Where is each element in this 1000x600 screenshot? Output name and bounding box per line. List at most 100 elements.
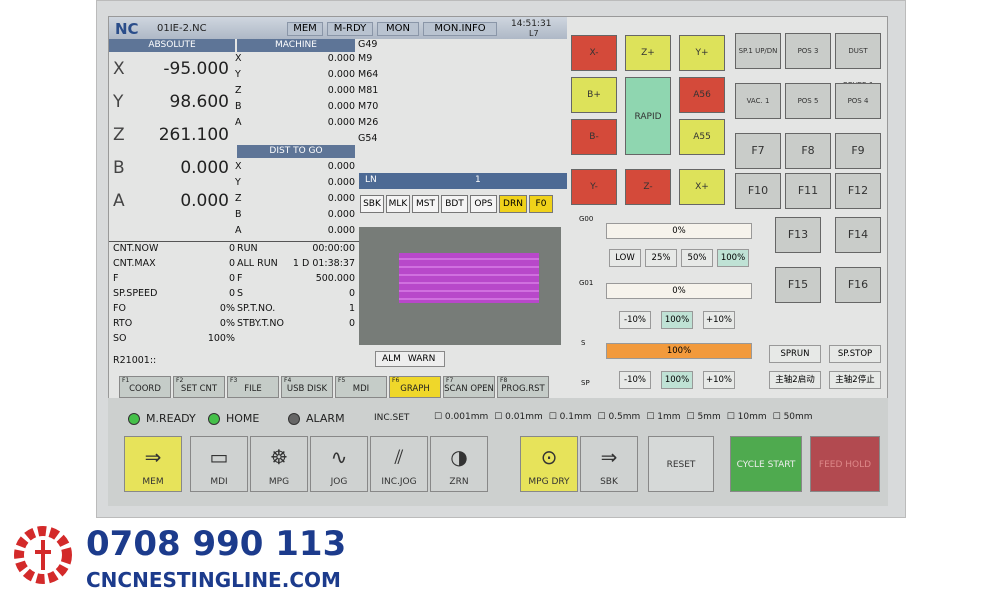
g01-100-button[interactable]: 100%	[661, 311, 693, 329]
side-key-15[interactable]: F15	[775, 267, 821, 303]
g00-low-button[interactable]: LOW	[609, 249, 641, 267]
side-key-1[interactable]: SP.1 UP/DN	[735, 33, 781, 69]
mode-button-zrn[interactable]: ◑ ZRN	[430, 436, 488, 492]
jog-y-minus[interactable]: Y-	[571, 169, 617, 205]
spindle2-start-button[interactable]: 主轴2启动	[769, 371, 821, 389]
g01-plus10-button[interactable]: +10%	[703, 311, 735, 329]
mode-icon: ☸	[270, 445, 288, 469]
fkey-5[interactable]: MDI F5	[335, 376, 387, 398]
dist-axis-label: Y	[235, 177, 241, 188]
fkey-6[interactable]: GRAPH F6	[389, 376, 441, 398]
axis-value-y: 98.600	[169, 92, 229, 112]
jog-z-minus[interactable]: Z-	[625, 169, 671, 205]
jog-a55[interactable]: A55	[679, 119, 725, 155]
ln-bar: LN 1	[359, 173, 567, 189]
side-key-7[interactable]: F7	[735, 133, 781, 169]
mode-bdt[interactable]: BDT	[441, 195, 468, 213]
fkey-3[interactable]: FILE F3	[227, 376, 279, 398]
side-key-14[interactable]: F14	[835, 217, 881, 253]
gcode-item: M26	[358, 117, 379, 128]
side-key-10[interactable]: F10	[735, 173, 781, 209]
side-key-2[interactable]: POS 3	[785, 33, 831, 69]
mode-button-inc-jog[interactable]: ⫽ INC.JOG	[370, 436, 428, 492]
website-url[interactable]: CNCNESTINGLINE.COM	[86, 568, 341, 592]
jog-z-plus[interactable]: Z+	[625, 35, 671, 71]
mode-drn[interactable]: DRN	[499, 195, 527, 213]
phone-number[interactable]: 0708 990 113	[86, 524, 346, 564]
fkey-1[interactable]: COORD F1	[119, 376, 171, 398]
inc-option-5[interactable]: ☐ 1mm	[646, 412, 680, 422]
gear-logo-icon	[14, 526, 72, 584]
home-label: HOME	[226, 412, 260, 425]
fkey-2[interactable]: SET CNT F2	[173, 376, 225, 398]
jog-y-plus[interactable]: Y+	[679, 35, 725, 71]
mode-button-mpg[interactable]: ☸ MPG	[250, 436, 308, 492]
inc-option-6[interactable]: ☐ 5mm	[687, 412, 721, 422]
mode-button-mpg-dry[interactable]: ⊙ MPG DRY	[520, 436, 578, 492]
tab-mon-info[interactable]: MON.INFO	[423, 22, 497, 36]
status-label-2: SP.T.NO.	[237, 303, 276, 314]
fkey-4[interactable]: USB DISK IN PF4	[281, 376, 333, 398]
inc-option-2[interactable]: ☐ 0.01mm	[494, 412, 543, 422]
sp-100-button[interactable]: 100%	[661, 371, 693, 389]
tab-mem[interactable]: MEM	[287, 22, 323, 36]
reset-button[interactable]: RESET	[648, 436, 714, 492]
status-label-2: ALL RUN	[237, 258, 278, 269]
toolpath-drawing	[399, 253, 539, 303]
g00-100-button[interactable]: 100%	[717, 249, 749, 267]
mode-button-label: MPG	[268, 477, 290, 487]
inc-option-8[interactable]: ☐ 50mm	[773, 412, 813, 422]
side-key-3[interactable]: DUST COVER 1	[835, 33, 881, 89]
fkey-8[interactable]: PROG.RST F8	[497, 376, 549, 398]
sp-plus10-button[interactable]: +10%	[703, 371, 735, 389]
jog-b-plus[interactable]: B+	[571, 77, 617, 113]
tab-m-rdy[interactable]: M-RDY	[327, 22, 373, 36]
sp-minus10-button[interactable]: -10%	[619, 371, 651, 389]
spindle2-stop-button[interactable]: 主轴2停止	[829, 371, 881, 389]
status-value-2: 0	[348, 318, 355, 329]
mode-f0[interactable]: F0	[529, 195, 553, 213]
dist-value: 0.000	[327, 193, 355, 204]
mode-button-mdi[interactable]: ▭ MDI	[190, 436, 248, 492]
g01-minus10-button[interactable]: -10%	[619, 311, 651, 329]
spstop-button[interactable]: SP.STOP	[829, 345, 881, 363]
side-key-11[interactable]: F11	[785, 173, 831, 209]
inc-option-1[interactable]: ☐ 0.001mm	[434, 412, 488, 422]
side-key-6[interactable]: POS 4	[835, 83, 881, 119]
side-key-13[interactable]: F13	[775, 217, 821, 253]
mode-mst[interactable]: MST	[412, 195, 439, 213]
mode-button-sbk[interactable]: ⇒ SBK	[580, 436, 638, 492]
mode-ops[interactable]: OPS	[470, 195, 497, 213]
rapid-button[interactable]: RAPID	[625, 77, 671, 155]
inc-option-3[interactable]: ☐ 0.1mm	[549, 412, 592, 422]
jog-x-minus[interactable]: X-	[571, 35, 617, 71]
inc-option-7[interactable]: ☐ 10mm	[727, 412, 767, 422]
status-label: SP.SPEED	[113, 288, 158, 299]
side-key-5[interactable]: POS 5	[785, 83, 831, 119]
mode-mlk[interactable]: MLK	[386, 195, 410, 213]
g00-override-bar: 0%	[606, 223, 752, 239]
side-key-4[interactable]: VAC. 1	[735, 83, 781, 119]
ln-label: LN	[365, 175, 377, 185]
side-key-8[interactable]: F8	[785, 133, 831, 169]
jog-a56[interactable]: A56	[679, 77, 725, 113]
mode-button-mem[interactable]: ⇒ MEM	[124, 436, 182, 492]
mode-button-jog[interactable]: ∿ JOG	[310, 436, 368, 492]
g00-50-button[interactable]: 50%	[681, 249, 713, 267]
status-value: 100%	[207, 333, 235, 344]
jog-x-plus[interactable]: X+	[679, 169, 725, 205]
side-key-9[interactable]: F9	[835, 133, 881, 169]
g00-25-button[interactable]: 25%	[645, 249, 677, 267]
side-key-16[interactable]: F16	[835, 267, 881, 303]
side-key-12[interactable]: F12	[835, 173, 881, 209]
mode-sbk[interactable]: SBK	[360, 195, 384, 213]
feed-hold-button[interactable]: FEED HOLD	[810, 436, 880, 492]
inc-option-4[interactable]: ☐ 0.5mm	[598, 412, 641, 422]
cycle-start-button[interactable]: CYCLE START	[730, 436, 802, 492]
alarm-indicator: ALARM	[288, 412, 345, 425]
sprun-button[interactable]: SPRUN	[769, 345, 821, 363]
status-label: CNT.NOW	[113, 243, 159, 254]
jog-b-minus[interactable]: B-	[571, 119, 617, 155]
fkey-7[interactable]: SCAN OPEN F7	[443, 376, 495, 398]
tab-mon[interactable]: MON	[377, 22, 419, 36]
